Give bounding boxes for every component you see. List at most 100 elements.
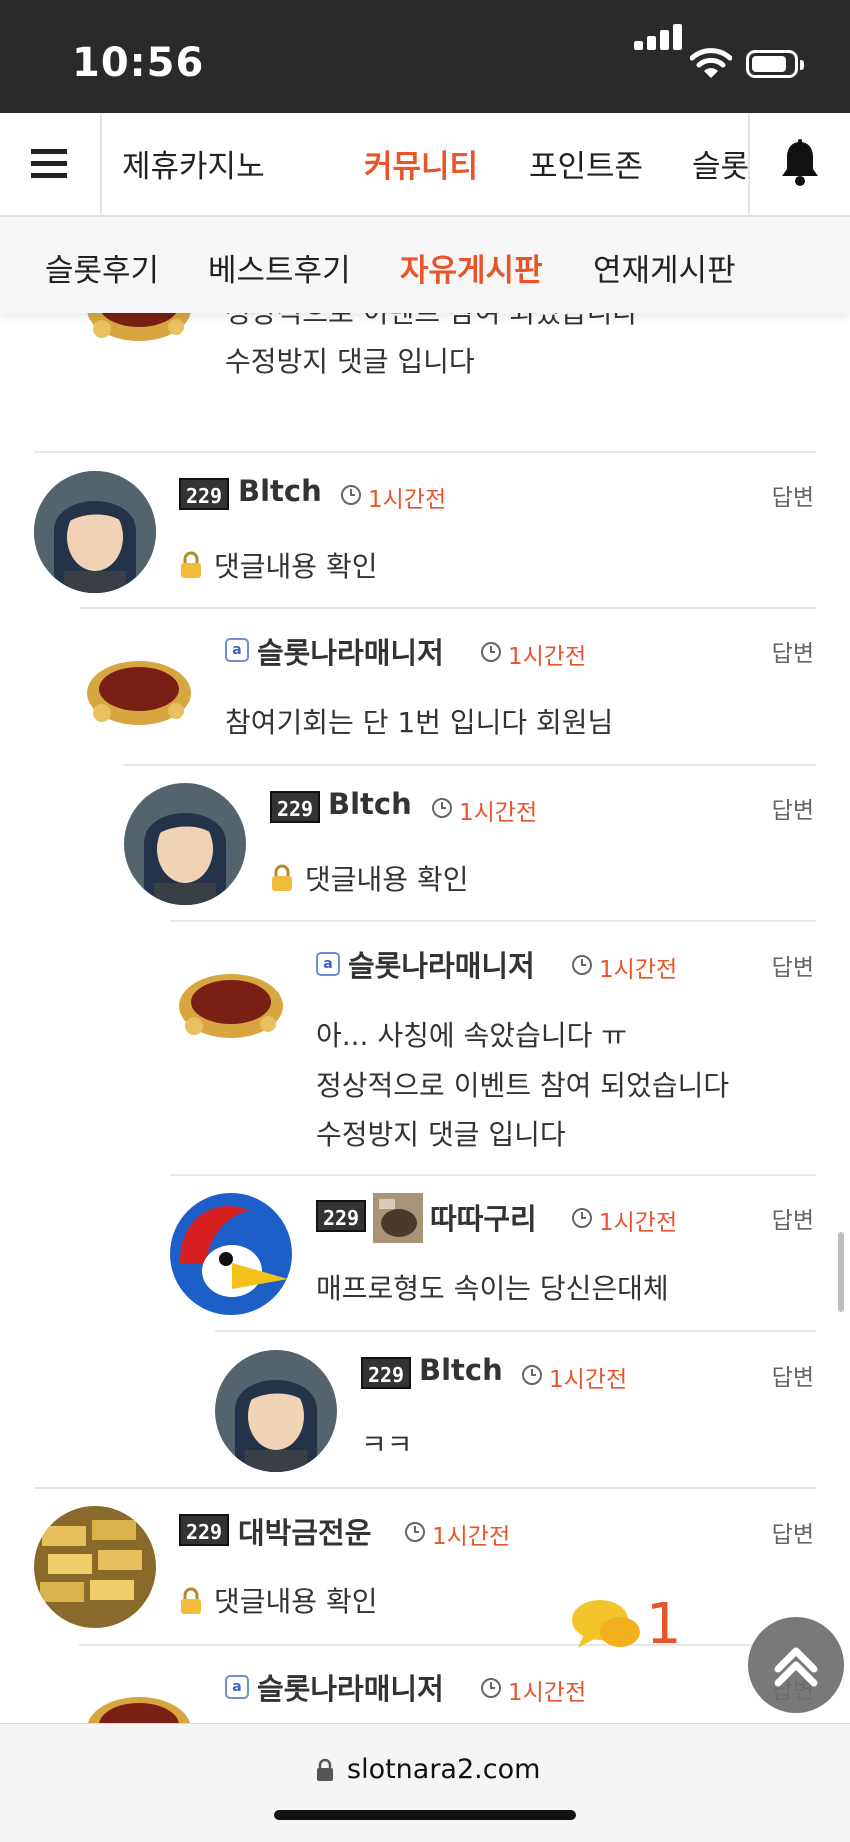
comment-time: 1시간전 bbox=[508, 644, 587, 670]
comment-time: 1시간전 bbox=[599, 957, 678, 983]
divider bbox=[215, 1330, 816, 1332]
slotnara-logo-icon bbox=[78, 1663, 200, 1723]
battery-icon bbox=[746, 50, 804, 78]
divider bbox=[170, 920, 816, 922]
comment-time: 1시간전 bbox=[549, 1367, 628, 1393]
avatar[interactable] bbox=[34, 471, 156, 593]
comment-text: 정상적으로 이벤트 참여 되었습니다 bbox=[225, 313, 638, 331]
clock-icon bbox=[522, 1365, 542, 1385]
comment-author[interactable]: Bltch bbox=[238, 474, 322, 508]
clock-icon bbox=[341, 485, 361, 505]
notification-button[interactable] bbox=[748, 113, 850, 215]
user-avatar-icon bbox=[215, 1350, 337, 1472]
comment-author[interactable]: 따따구리 bbox=[430, 1196, 537, 1238]
comment-time: 1시간전 bbox=[368, 487, 447, 513]
avatar[interactable] bbox=[124, 783, 246, 905]
avatar[interactable] bbox=[170, 940, 292, 1062]
level-badge: 229 bbox=[179, 1514, 229, 1546]
slotnara-logo-icon bbox=[78, 627, 200, 749]
top-nav: 제휴카지노 커뮤니티 포인트존 슬롯 bbox=[0, 113, 850, 217]
comment-text: ㅋㅋ bbox=[361, 1428, 413, 1461]
lock-icon bbox=[181, 1587, 201, 1614]
comment-author[interactable]: 대박금전운 bbox=[238, 1510, 371, 1552]
tab-casino[interactable]: 제휴카지노 bbox=[122, 141, 265, 186]
comment-bubble-icon[interactable] bbox=[570, 1596, 642, 1656]
clock-icon bbox=[432, 798, 452, 818]
status-time: 10:56 bbox=[72, 40, 205, 86]
woodpecker-avatar-icon bbox=[170, 1193, 292, 1315]
level-badge: 229 bbox=[270, 791, 320, 823]
lock-icon bbox=[181, 551, 201, 578]
reply-button[interactable]: 답변 bbox=[772, 634, 814, 668]
divider bbox=[79, 607, 816, 609]
user-photo-icon bbox=[373, 1193, 423, 1243]
comment-author[interactable]: 슬롯나라매니저 bbox=[348, 943, 535, 985]
subtab-free-board[interactable]: 자유게시판 bbox=[400, 245, 543, 290]
comment-time: 1시간전 bbox=[432, 1524, 511, 1550]
comment-text: 수정방지 댓글 입니다 bbox=[225, 345, 475, 378]
tab-community[interactable]: 커뮤니티 bbox=[364, 141, 478, 186]
comment-text: 수정방지 댓글 입니다 bbox=[316, 1118, 566, 1151]
home-indicator bbox=[274, 1810, 576, 1820]
comment-author[interactable]: Bltch bbox=[328, 787, 412, 821]
scroll-top-button[interactable] bbox=[748, 1617, 844, 1713]
clock-icon bbox=[481, 642, 501, 662]
tab-point-zone[interactable]: 포인트존 bbox=[529, 141, 643, 186]
comment-list: 정상적으로 이벤트 참여 되었습니다 수정방지 댓글 입니다 229 Bltch… bbox=[0, 313, 850, 1723]
subtab-serial-board[interactable]: 연재게시판 bbox=[593, 245, 736, 290]
clock-icon bbox=[572, 1208, 592, 1228]
avatar[interactable] bbox=[170, 1193, 292, 1315]
clock-icon bbox=[572, 955, 592, 975]
wifi-icon bbox=[690, 48, 732, 78]
comment-text: 매프로형도 속이는 당신은대체 bbox=[316, 1272, 669, 1305]
reply-button[interactable]: 답변 bbox=[772, 948, 814, 982]
level-badge: 229 bbox=[316, 1200, 366, 1232]
url-bar[interactable]: slotnara2.com bbox=[0, 1723, 850, 1842]
subtab-best-review[interactable]: 베스트후기 bbox=[208, 245, 351, 290]
comment-text: 댓글내용 확인 bbox=[305, 863, 469, 896]
bell-icon bbox=[782, 139, 818, 186]
menu-button[interactable] bbox=[0, 113, 102, 215]
avatar[interactable] bbox=[215, 1350, 337, 1472]
comment-text: 아... 사칭에 속았습니다 ㅠ bbox=[316, 1019, 628, 1052]
comment-text: 댓글내용 확인 bbox=[214, 550, 378, 583]
level-badge: 229 bbox=[361, 1357, 411, 1389]
comment-author[interactable]: Bltch bbox=[419, 1353, 503, 1387]
sub-nav: 슬롯후기 베스트후기 자유게시판 연재게시판 bbox=[0, 217, 850, 313]
reply-button[interactable]: 답변 bbox=[772, 1515, 814, 1549]
scrollbar-thumb[interactable] bbox=[838, 1232, 844, 1312]
slotnara-logo-icon bbox=[170, 940, 292, 1062]
comment-time: 1시간전 bbox=[459, 800, 538, 826]
admin-badge-icon: a bbox=[316, 952, 340, 976]
admin-badge-icon: a bbox=[225, 1675, 249, 1699]
tab-slot[interactable]: 슬롯 bbox=[692, 141, 748, 186]
arrow-up-icon bbox=[774, 1647, 818, 1687]
lock-icon bbox=[272, 864, 292, 891]
reply-button[interactable]: 답변 bbox=[772, 791, 814, 825]
comment-author[interactable]: 슬롯나라매니저 bbox=[257, 630, 444, 672]
comment-author[interactable]: 슬롯나라매니저 bbox=[257, 1666, 444, 1708]
reply-button[interactable]: 답변 bbox=[772, 1358, 814, 1392]
admin-badge-icon: a bbox=[225, 638, 249, 662]
url-domain[interactable]: slotnara2.com bbox=[347, 1754, 540, 1785]
avatar[interactable] bbox=[34, 1506, 156, 1628]
comment-time: 1시간전 bbox=[508, 1680, 587, 1706]
avatar bbox=[78, 313, 200, 365]
divider bbox=[124, 764, 816, 766]
reply-button[interactable]: 답변 bbox=[772, 478, 814, 512]
divider bbox=[34, 451, 816, 453]
comment-text: 정상적으로 이벤트 참여 되었습니다 bbox=[316, 1069, 730, 1102]
slotnara-logo-icon bbox=[78, 313, 200, 365]
clock-icon bbox=[481, 1678, 501, 1698]
reply-button[interactable]: 답변 bbox=[772, 1201, 814, 1235]
comment-count[interactable]: 1 bbox=[646, 1592, 682, 1657]
comment-time: 1시간전 bbox=[599, 1210, 678, 1236]
user-avatar-icon bbox=[34, 471, 156, 593]
avatar[interactable] bbox=[78, 1663, 200, 1723]
divider bbox=[79, 1644, 816, 1646]
divider bbox=[170, 1174, 816, 1176]
comment-text: 댓글내용 확인 bbox=[214, 1585, 378, 1618]
divider bbox=[34, 1487, 816, 1489]
avatar[interactable] bbox=[78, 627, 200, 749]
subtab-slot-review[interactable]: 슬롯후기 bbox=[45, 245, 159, 290]
